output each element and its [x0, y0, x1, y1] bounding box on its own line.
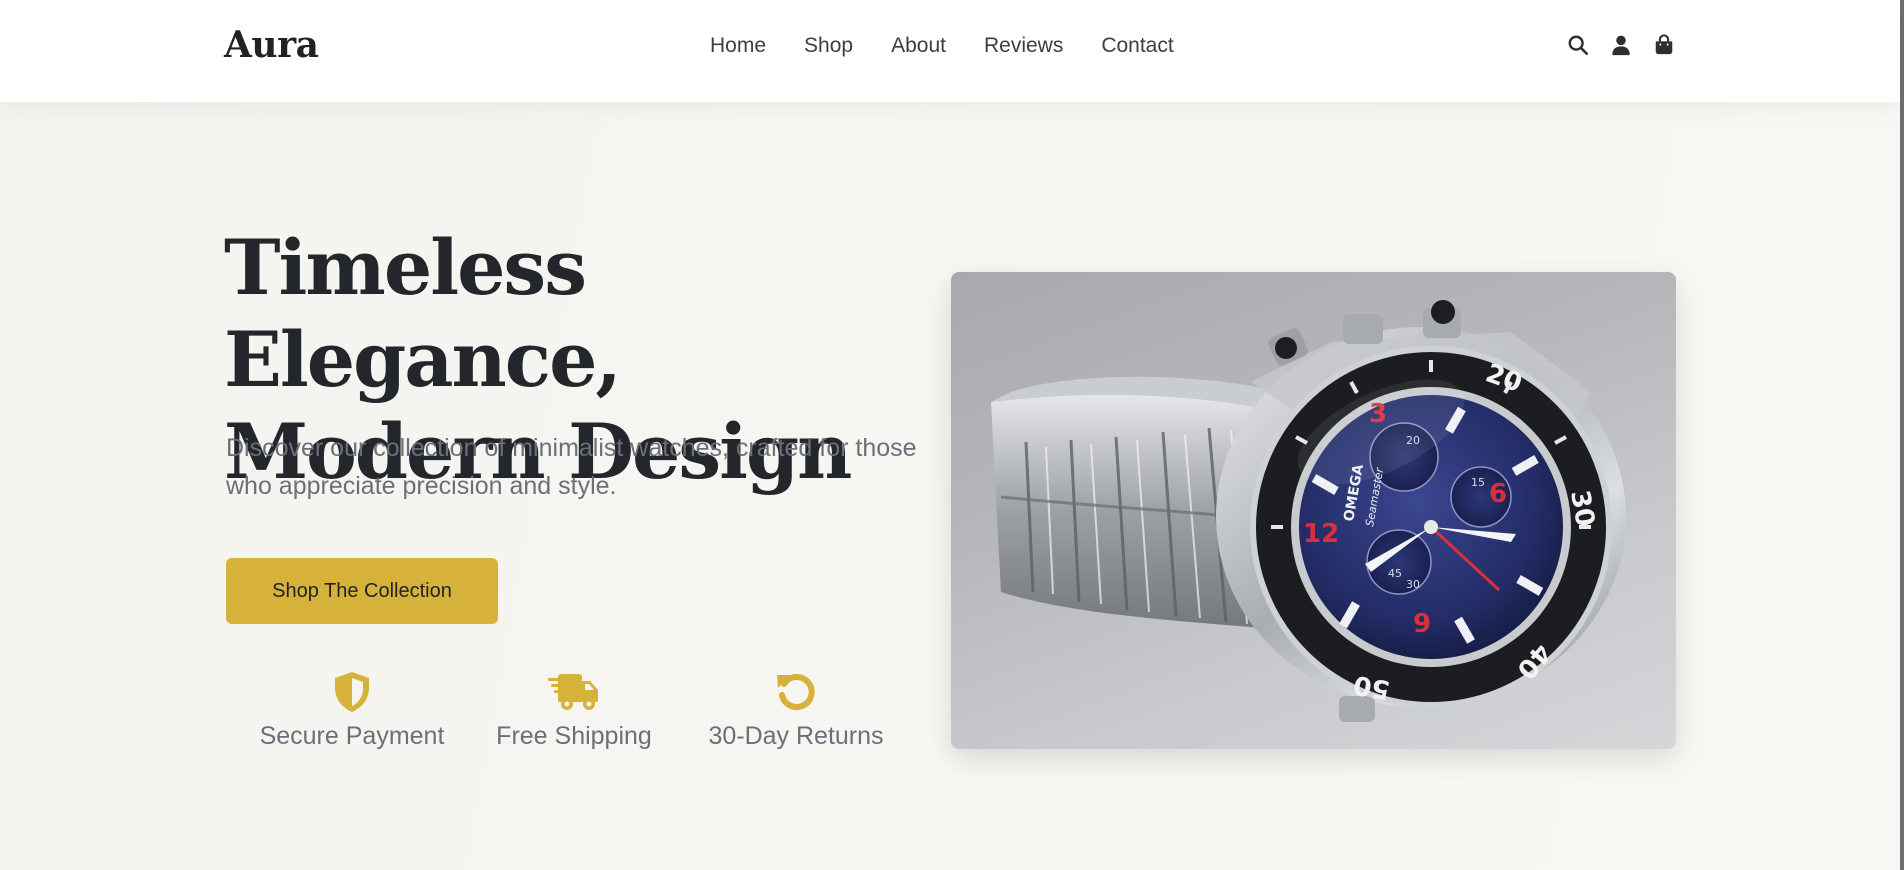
nav-item-home[interactable]: Home — [710, 34, 766, 58]
return-arrow-icon — [775, 670, 817, 714]
shop-collection-button[interactable]: Shop The Collection — [226, 558, 498, 624]
nav-item-reviews[interactable]: Reviews — [984, 34, 1063, 58]
svg-text:30: 30 — [1406, 578, 1420, 591]
search-icon[interactable] — [1566, 33, 1590, 57]
svg-text:30: 30 — [1564, 488, 1600, 529]
watch-photo: 20 30 40 50 20 15 45 30 12 3 6 9 OMEGA S… — [951, 272, 1676, 749]
nav-item-contact[interactable]: Contact — [1101, 34, 1173, 58]
feature-list: Secure Payment Free Shipping 30-Day Retu… — [258, 670, 900, 751]
feature-free-shipping: Free Shipping — [478, 670, 670, 751]
nav-item-shop[interactable]: Shop — [804, 34, 853, 58]
svg-text:45: 45 — [1388, 567, 1402, 580]
svg-text:15: 15 — [1471, 476, 1485, 489]
shield-icon — [333, 670, 371, 714]
truck-icon — [548, 670, 600, 714]
feature-label: Secure Payment — [259, 722, 445, 750]
svg-text:12: 12 — [1303, 519, 1339, 549]
feature-secure-payment: Secure Payment — [240, 670, 464, 751]
nav-item-about[interactable]: About — [891, 34, 946, 58]
header-actions — [1566, 33, 1676, 57]
scrollbar-edge — [1900, 0, 1904, 870]
feature-returns: 30-Day Returns — [692, 670, 900, 751]
site-header: Aura Home Shop About Reviews Contact — [0, 0, 1900, 102]
main-nav: Home Shop About Reviews Contact — [710, 34, 1174, 58]
hero-title-line-1: Timeless Elegance, — [224, 223, 622, 404]
watch-case — [1216, 300, 1626, 722]
page: Aura Home Shop About Reviews Contact Tim… — [0, 0, 1904, 870]
svg-text:6: 6 — [1489, 479, 1507, 509]
hero-subtitle: Discover our collection of minimalist wa… — [226, 434, 917, 500]
user-icon[interactable] — [1609, 33, 1633, 57]
brand-logo[interactable]: Aura — [224, 24, 319, 66]
shopping-bag-icon[interactable] — [1652, 33, 1676, 57]
svg-text:9: 9 — [1413, 609, 1431, 639]
svg-text:50: 50 — [1351, 669, 1392, 705]
feature-label: 30-Day Returns — [708, 722, 884, 750]
feature-label: Free Shipping — [496, 722, 652, 750]
